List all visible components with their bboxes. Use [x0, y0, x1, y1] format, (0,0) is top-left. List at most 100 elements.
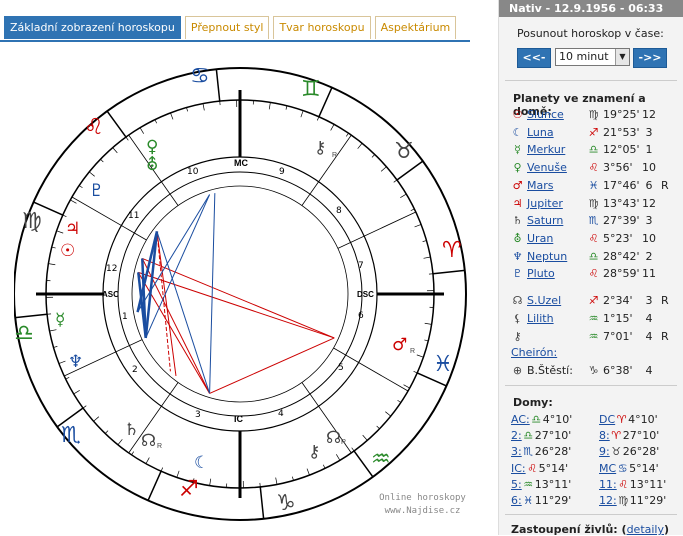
point-name-link: B.Štěstí: [527, 364, 573, 377]
house-cusp-degree: 13°11' [535, 478, 572, 491]
planet-house: 12 [642, 197, 656, 210]
house-cusp-degree: 4°10' [628, 413, 658, 426]
scorpio-sign-icon: ♏ [61, 423, 81, 448]
saturn-planet-icon: ♄ [124, 420, 139, 440]
neptune-planet-icon: ♆ [68, 352, 83, 372]
house-cusp-row: 3:♏26°28' [511, 445, 571, 461]
planet-name-link[interactable]: Venuše [527, 161, 567, 174]
shift-step-select[interactable]: 10 minut ▼ [555, 48, 630, 66]
point-name-link[interactable]: Cheirón: [511, 346, 557, 359]
house-number-6: 6 [358, 311, 364, 321]
planet-symbol-icon: ♃ [511, 197, 524, 210]
chiron-icon: ⚷ [308, 442, 320, 462]
tab-chart-shape[interactable]: Tvar horoskopu [273, 16, 370, 39]
ic-label: IC [234, 414, 244, 424]
shift-back-button[interactable]: <<- [517, 48, 551, 68]
house-cusp-link[interactable]: 9: [599, 445, 610, 458]
point-name-link[interactable]: S.Uzel [527, 294, 561, 307]
planet-degree: 12°05' [603, 143, 640, 156]
extra-point-row: ☊S.Uzel♐2°34'3R [511, 294, 681, 311]
zodiac-sign-icon: ♐ [587, 294, 600, 307]
zodiac-sign-icon: ♎ [522, 429, 535, 442]
planet-name-link[interactable]: Pluto [527, 267, 555, 280]
house-cusp-degree: 27°10' [623, 429, 660, 442]
house-cusp-row: IC:♌5°14' [511, 462, 568, 478]
zodiac-sign-icon: ♌ [587, 232, 600, 245]
zodiac-sign-icon: ♌ [617, 478, 630, 491]
cancer-sign-icon: ♋ [190, 64, 210, 89]
planet-symbol-icon: ☿ [511, 143, 524, 156]
house-cusp-row: 5:♒13°11' [511, 478, 571, 494]
point-symbol-icon: ⊕ [511, 364, 524, 377]
zodiac-sign-icon: ♒ [587, 330, 600, 343]
planet-symbol-icon: ⛢ [511, 232, 524, 245]
house-cusp-link[interactable]: AC: [511, 413, 530, 426]
house-cusp-link[interactable]: 11: [599, 478, 617, 491]
tab-basic[interactable]: Základní zobrazení horoskopu [4, 16, 181, 39]
house-cusp-link[interactable]: 12: [599, 494, 617, 507]
planet-degree: 28°42' [603, 250, 640, 263]
zodiac-sign-icon: ♐ [587, 126, 600, 139]
house-cusp-degree: 5°14' [629, 462, 659, 475]
sun-planet-icon: ☉ [60, 241, 75, 261]
planet-house: 10 [642, 161, 656, 174]
tab-aspectarium[interactable]: Aspektárium [375, 16, 457, 39]
planet-name-link[interactable]: Luna [527, 126, 554, 139]
uranus-planet-icon: ⛢ [146, 155, 158, 175]
planet-name-link[interactable]: Uran [527, 232, 553, 245]
house-cusp-link[interactable]: 3: [511, 445, 522, 458]
point-name-link[interactable]: Lilith [527, 312, 554, 325]
leo-sign-icon: ♌ [84, 115, 104, 140]
retrograde-mark: R [157, 443, 162, 450]
planet-row: ♇Pluto♌28°59'11 [511, 267, 681, 284]
zodiac-sign-icon: ♎ [530, 413, 543, 426]
house-number-7: 7 [358, 261, 364, 271]
chiron-top-icon: ⚷ [314, 138, 326, 158]
retrograde-mark: R [332, 152, 337, 159]
planet-row: ☿Merkur♎12°05'1 [511, 143, 681, 160]
zodiac-sign-icon: ♎ [587, 250, 600, 263]
house-cusp-link[interactable]: DC [599, 413, 615, 426]
point-house: 4 [642, 364, 656, 377]
gemini-sign-icon: ♊ [301, 77, 321, 102]
planet-name-link[interactable]: Mars [527, 179, 554, 192]
planet-house: 10 [642, 232, 656, 245]
house-cusp-row: AC:♎4°10' [511, 413, 572, 429]
chevron-down-icon: ▼ [615, 49, 629, 65]
pluto-planet-icon: ♇ [89, 181, 104, 201]
watermark: Online horoskopy www.Najdise.cz [375, 492, 470, 518]
extra-point-row: ⚷♒7°01'4R [511, 330, 681, 347]
house-cusp-link[interactable]: 2: [511, 429, 522, 442]
point-symbol-icon: ☊ [511, 294, 524, 307]
planet-degree: 28°59' [603, 267, 640, 280]
house-cusp-degree: 11°29' [535, 494, 572, 507]
shift-label: Posunout horoskop v čase: [517, 27, 664, 40]
house-cusp-link[interactable]: 8: [599, 429, 610, 442]
planet-name-link[interactable]: Merkur [527, 143, 565, 156]
planet-row: ☉Slunce♍19°25'12 [511, 108, 681, 125]
details-link[interactable]: detaily [627, 523, 664, 536]
point-degree: 6°38' [603, 364, 633, 377]
aries-sign-icon: ♈ [442, 238, 462, 263]
planet-name-link[interactable]: Slunce [527, 108, 564, 121]
planet-degree: 3°56' [603, 161, 633, 174]
house-number-12: 12 [106, 264, 117, 274]
planet-name-link[interactable]: Neptun [527, 250, 567, 263]
planet-name-link[interactable]: Jupiter [527, 197, 563, 210]
point-house: 4 [642, 330, 656, 343]
tab-switch-style[interactable]: Přepnout styl [185, 16, 270, 39]
zodiac-sign-icon: ♒ [522, 478, 535, 491]
house-cusp-link[interactable]: 5: [511, 478, 522, 491]
house-cusp-link[interactable]: 6: [511, 494, 522, 507]
house-cusp-link[interactable]: MC [599, 462, 616, 475]
dsc-label: DSC [357, 290, 374, 299]
house-cusp-link[interactable]: IC: [511, 462, 526, 475]
taurus-sign-icon: ♉ [394, 139, 414, 164]
planet-symbol-icon: ♇ [511, 267, 524, 280]
nativ-header: Nativ - 12.9.1956 - 06:33 [499, 0, 683, 17]
planet-name-link[interactable]: Saturn [527, 214, 563, 227]
planet-degree: 27°39' [603, 214, 640, 227]
shift-forward-button[interactable]: ->> [633, 48, 667, 68]
house-number-8: 8 [336, 206, 342, 216]
sagittarius-sign-icon: ♐ [179, 477, 199, 502]
